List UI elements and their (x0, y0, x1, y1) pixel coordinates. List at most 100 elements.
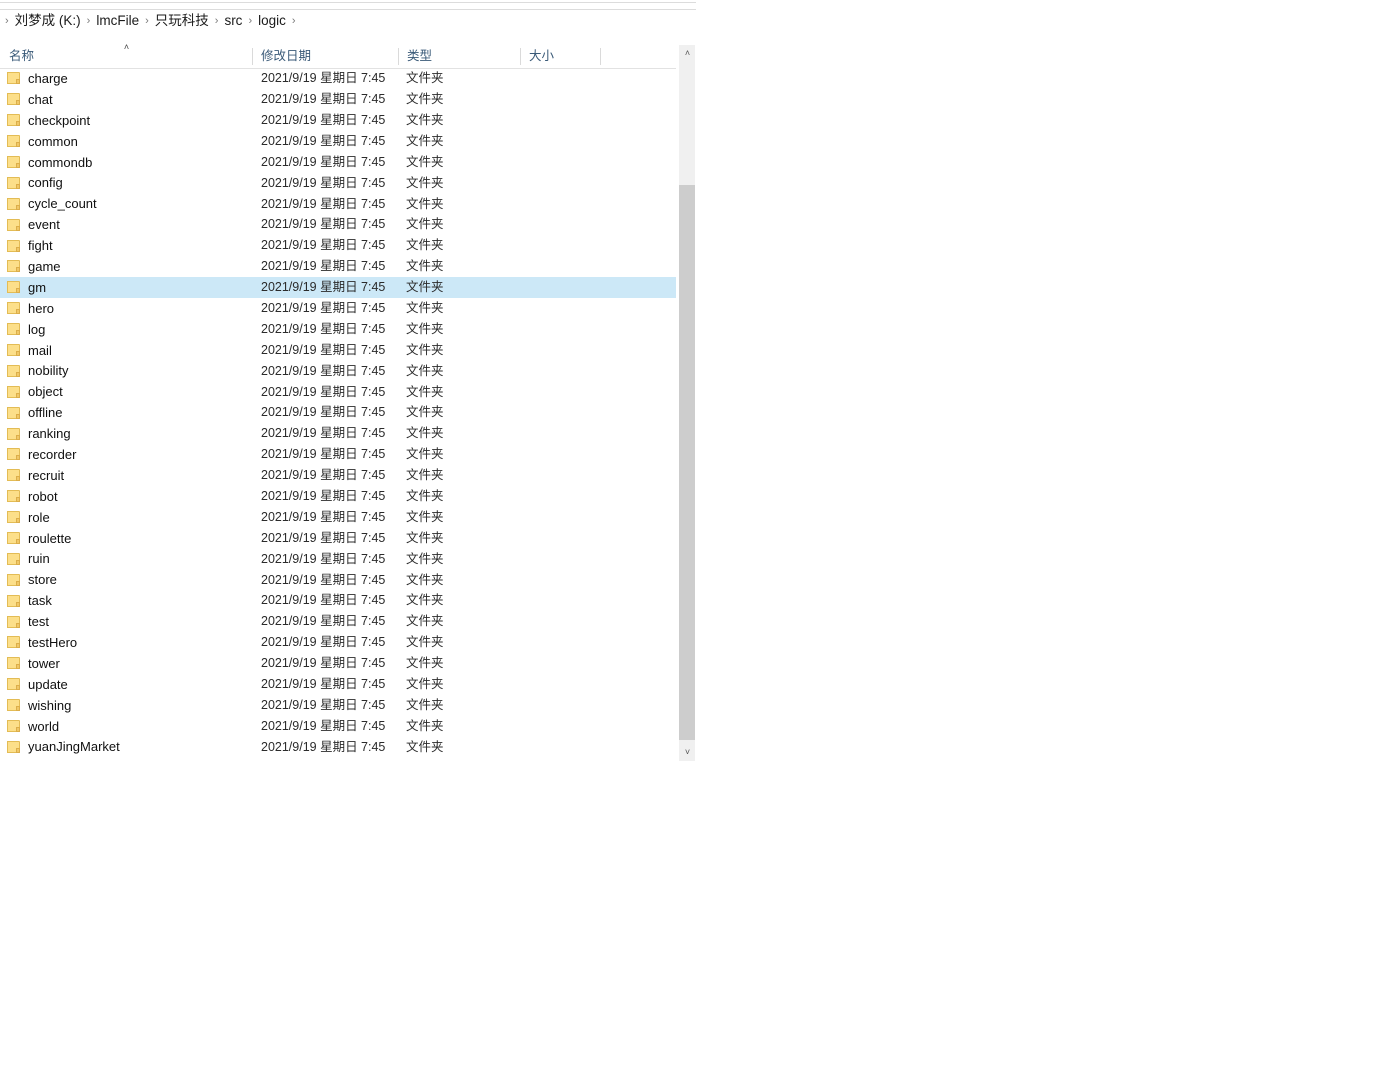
breadcrumb-item-2[interactable]: 只玩科技 (154, 12, 210, 30)
file-row-type: 文件夹 (406, 363, 444, 378)
column-header-size[interactable]: 大小 (520, 45, 600, 68)
file-row-date-modified: 2021/9/19 星期日 7:45 (261, 405, 386, 420)
file-row-date-modified: 2021/9/19 星期日 7:45 (261, 656, 386, 671)
file-list-row[interactable]: task 2021/9/19 星期日 7:45 文件夹 (0, 590, 676, 611)
scrollbar-thumb[interactable] (679, 185, 696, 740)
file-row-name-label: common (28, 133, 78, 149)
file-row-name-cell: recruit (0, 465, 252, 486)
file-list-row[interactable]: ranking 2021/9/19 星期日 7:45 文件夹 (0, 423, 676, 444)
file-list-row[interactable]: cycle_count 2021/9/19 星期日 7:45 文件夹 (0, 193, 676, 214)
folder-icon (7, 156, 21, 168)
file-row-name-cell: config (0, 172, 252, 193)
vertical-scrollbar[interactable]: ˄ ˅ (678, 45, 696, 761)
file-row-name-label: update (28, 676, 68, 692)
file-row-name-cell: store (0, 569, 252, 590)
file-list-row[interactable]: recorder 2021/9/19 星期日 7:45 文件夹 (0, 444, 676, 465)
file-list-row[interactable]: update 2021/9/19 星期日 7:45 文件夹 (0, 674, 676, 695)
scroll-down-arrow-icon[interactable]: ˅ (679, 744, 696, 761)
file-row-type: 文件夹 (406, 593, 444, 608)
file-list-row[interactable]: ruin 2021/9/19 星期日 7:45 文件夹 (0, 548, 676, 569)
folder-icon (7, 135, 21, 148)
file-row-type: 文件夹 (406, 405, 444, 420)
file-list-row[interactable]: tower 2021/9/19 星期日 7:45 文件夹 (0, 653, 676, 674)
breadcrumb-separator-icon-2: › (214, 14, 219, 27)
file-list-row[interactable]: gm 2021/9/19 星期日 7:45 文件夹 (0, 276, 676, 298)
file-row-name-cell: recorder (0, 444, 252, 465)
file-list-row[interactable]: charge 2021/9/19 星期日 7:45 文件夹 (0, 68, 676, 89)
file-list-row[interactable]: yuanJingMarket 2021/9/19 星期日 7:45 文件夹 (0, 737, 676, 758)
file-list-row[interactable]: game 2021/9/19 星期日 7:45 文件夹 (0, 256, 676, 277)
sort-ascending-icon: ˄ (123, 42, 130, 52)
breadcrumb-item-1[interactable]: lmcFile (95, 12, 140, 30)
folder-icon (7, 385, 21, 398)
folder-icon (7, 344, 21, 357)
file-list-row[interactable]: offline 2021/9/19 星期日 7:45 文件夹 (0, 402, 676, 423)
file-list-row[interactable]: nobility 2021/9/19 星期日 7:45 文件夹 (0, 360, 676, 381)
breadcrumb-item-4[interactable]: logic (257, 12, 287, 30)
panel-right-edge (695, 10, 696, 762)
file-list-row[interactable]: commondb 2021/9/19 星期日 7:45 文件夹 (0, 152, 676, 173)
file-row-type: 文件夹 (406, 509, 444, 524)
file-row-name-cell: role (0, 507, 252, 528)
file-list-row[interactable]: wishing 2021/9/19 星期日 7:45 文件夹 (0, 695, 676, 716)
file-list-row[interactable]: roulette 2021/9/19 星期日 7:45 文件夹 (0, 528, 676, 549)
folder-icon (7, 114, 21, 127)
file-list-row[interactable]: testHero 2021/9/19 星期日 7:45 文件夹 (0, 632, 676, 653)
file-list-row[interactable]: hero 2021/9/19 星期日 7:45 文件夹 (0, 298, 676, 319)
file-list-row[interactable]: fight 2021/9/19 星期日 7:45 文件夹 (0, 235, 676, 256)
file-row-name-label: fight (28, 238, 53, 254)
file-list-row[interactable]: checkpoint 2021/9/19 星期日 7:45 文件夹 (0, 110, 676, 131)
file-row-name-label: role (28, 509, 50, 525)
file-list-row[interactable]: event 2021/9/19 星期日 7:45 文件夹 (0, 214, 676, 235)
folder-icon (7, 93, 21, 106)
breadcrumb-item-0[interactable]: 刘梦成 (K:) (14, 12, 82, 30)
folder-icon (7, 573, 21, 586)
file-row-name-cell: chat (0, 89, 252, 110)
breadcrumb-item-3[interactable]: src (223, 12, 243, 30)
column-header-type[interactable]: 类型 (398, 45, 520, 68)
file-list-row[interactable]: world 2021/9/19 星期日 7:45 文件夹 (0, 716, 676, 737)
file-row-date-modified: 2021/9/19 星期日 7:45 (261, 280, 386, 295)
file-row-name-label: hero (28, 300, 55, 316)
folder-icon (7, 427, 21, 440)
file-row-type: 文件夹 (406, 196, 444, 211)
file-row-name-cell: common (0, 131, 252, 152)
file-list-row[interactable]: mail 2021/9/19 星期日 7:45 文件夹 (0, 340, 676, 361)
file-list-row[interactable]: common 2021/9/19 星期日 7:45 文件夹 (0, 131, 676, 152)
column-header-date-modified[interactable]: 修改日期 (252, 45, 398, 68)
file-row-name-cell: roulette (0, 528, 252, 549)
file-list-row[interactable]: robot 2021/9/19 星期日 7:45 文件夹 (0, 486, 676, 507)
file-list[interactable]: charge 2021/9/19 星期日 7:45 文件夹 chat 2021/9/19… (0, 68, 676, 760)
file-row-date-modified: 2021/9/19 星期日 7:45 (261, 259, 386, 274)
file-row-name-cell: charge (0, 68, 252, 89)
file-list-row[interactable]: log 2021/9/19 星期日 7:45 文件夹 (0, 319, 676, 340)
scroll-up-arrow-icon[interactable]: ˄ (679, 45, 696, 62)
file-row-type: 文件夹 (406, 384, 444, 399)
file-list-row[interactable]: store 2021/9/19 星期日 7:45 文件夹 (0, 569, 676, 590)
file-row-type: 文件夹 (406, 217, 444, 232)
file-row-type: 文件夹 (406, 697, 444, 712)
folder-icon (7, 657, 21, 670)
file-row-date-modified: 2021/9/19 星期日 7:45 (261, 426, 386, 441)
file-list-row[interactable]: chat 2021/9/19 星期日 7:45 文件夹 (0, 89, 676, 110)
file-row-name-label: offline (28, 405, 63, 421)
folder-icon (7, 636, 21, 649)
file-row-name-cell: mail (0, 340, 252, 361)
file-row-type: 文件夹 (406, 635, 444, 650)
file-list-row[interactable]: recruit 2021/9/19 星期日 7:45 文件夹 (0, 465, 676, 486)
file-list-row[interactable]: object 2021/9/19 星期日 7:45 文件夹 (0, 381, 676, 402)
file-list-row[interactable]: test 2021/9/19 星期日 7:45 文件夹 (0, 611, 676, 632)
file-row-name-label: gm (28, 279, 47, 295)
file-row-name-label: recorder (28, 446, 77, 462)
column-divider-4[interactable] (600, 48, 601, 65)
window-top-divider-upper (0, 2, 696, 3)
breadcrumb-separator-icon-4: › (291, 14, 296, 27)
file-row-date-modified: 2021/9/19 星期日 7:45 (261, 572, 386, 587)
address-bar[interactable]: › 刘梦成 (K:) › lmcFile › 只玩科技 › src › logic › (0, 10, 696, 32)
file-list-row[interactable]: config 2021/9/19 星期日 7:45 文件夹 (0, 172, 676, 193)
file-row-name-label: object (28, 384, 63, 400)
file-row-name-cell: testHero (0, 632, 252, 653)
column-header-date-modified-label: 修改日期 (261, 49, 312, 64)
folder-icon (7, 281, 21, 294)
file-list-row[interactable]: role 2021/9/19 星期日 7:45 文件夹 (0, 507, 676, 528)
